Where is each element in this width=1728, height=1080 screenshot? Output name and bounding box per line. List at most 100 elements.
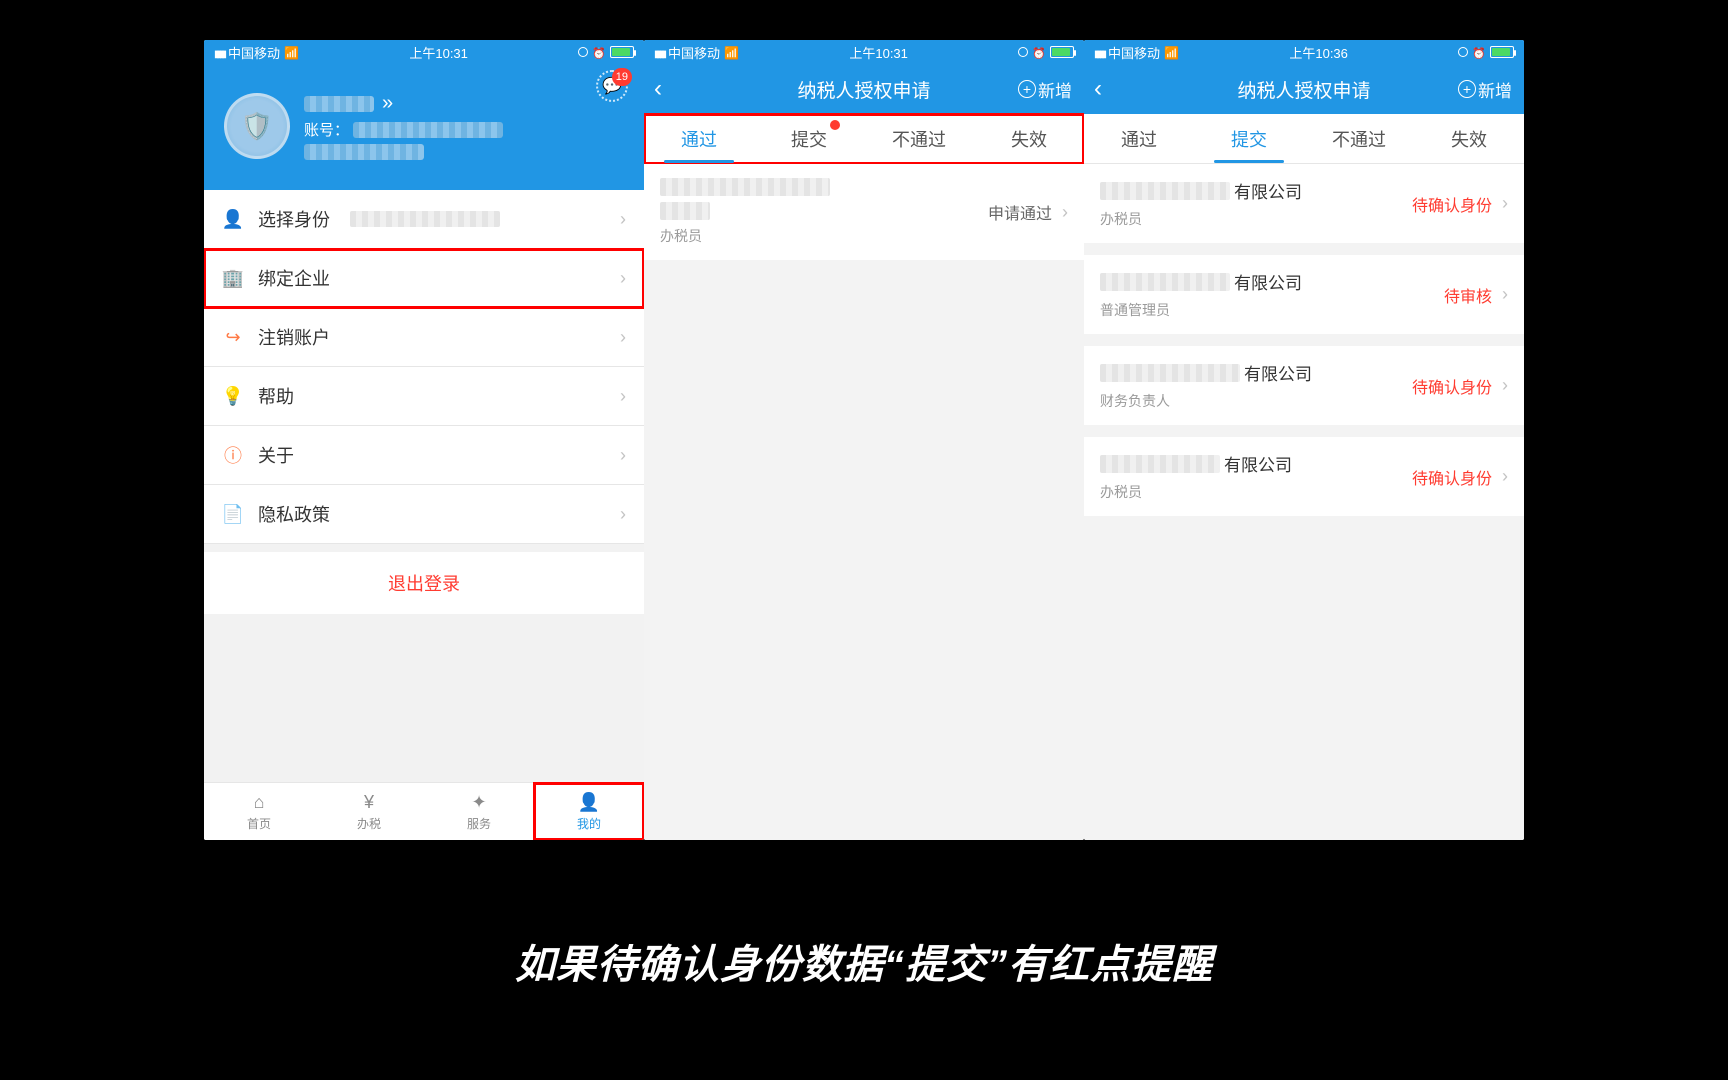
chevron-right-icon: ›	[1062, 202, 1068, 223]
tab-tax[interactable]: ¥ 办税	[314, 783, 424, 840]
status-time: 上午10:31	[409, 43, 468, 62]
tab-label: 服务	[467, 815, 491, 832]
blurred-name	[304, 96, 374, 112]
tab-label: 提交	[1231, 126, 1267, 152]
info-icon: ⓘ	[222, 442, 244, 468]
tab-mine[interactable]: 👤 我的	[534, 783, 644, 840]
chevron-right-icon: ›	[1502, 466, 1508, 487]
tab-label: 不通过	[1332, 126, 1386, 152]
signal-icon	[654, 45, 664, 60]
card-status: 申请通过	[988, 200, 1052, 224]
wifi-icon	[284, 45, 299, 60]
add-label: 新增	[1478, 77, 1512, 102]
tab-submitted[interactable]: 提交	[1194, 114, 1304, 163]
card-role: 办税员	[660, 226, 978, 246]
company-suffix: 有限公司	[1234, 178, 1302, 203]
location-icon	[1458, 47, 1468, 57]
chevron-right-icon: ›	[1502, 375, 1508, 396]
auth-card[interactable]: 有限公司 财务负责人 待确认身份 ›	[1084, 346, 1524, 425]
chevron-right-icon: ›	[620, 445, 626, 466]
alarm-icon	[592, 45, 606, 60]
video-subtitle: 如果待确认身份数据“提交”有红点提醒	[0, 932, 1728, 990]
tab-invalid[interactable]: 失效	[974, 114, 1084, 163]
menu-label: 隐私政策	[258, 501, 330, 527]
seg-tabs: 通过 提交 不通过 失效	[1084, 114, 1524, 164]
chevron-right-icon: ›	[1502, 193, 1508, 214]
menu-about[interactable]: ⓘ 关于 ›	[204, 426, 644, 485]
blurred-line3	[304, 144, 424, 160]
logout-button[interactable]: 退出登录	[204, 544, 644, 622]
plus-icon: +	[1458, 80, 1476, 98]
tab-label: 通过	[681, 126, 717, 152]
profile-header: 💬 19 🛡️ » 账号：	[204, 64, 644, 190]
tab-submitted[interactable]: 提交	[754, 114, 864, 163]
menu-privacy[interactable]: 📄 隐私政策 ›	[204, 485, 644, 544]
tab-rejected[interactable]: 不通过	[864, 114, 974, 163]
blurred-account	[353, 122, 503, 138]
menu-select-identity[interactable]: 👤 选择身份 ›	[204, 190, 644, 249]
battery-icon	[610, 46, 634, 58]
location-icon	[1018, 47, 1028, 57]
menu-bind-enterprise[interactable]: 🏢 绑定企业 ›	[204, 249, 644, 308]
exit-icon: ↪	[222, 327, 244, 348]
menu-label: 选择身份	[258, 206, 330, 232]
tab-rejected[interactable]: 不通过	[1304, 114, 1414, 163]
tab-label: 失效	[1011, 126, 1047, 152]
nav-bar: ‹ 纳税人授权申请 + 新增	[644, 64, 1084, 114]
auth-card[interactable]: 有限公司 普通管理员 待审核 ›	[1084, 255, 1524, 334]
carrier-label: 中国移动	[668, 43, 720, 62]
tab-passed[interactable]: 通过	[644, 114, 754, 163]
tab-invalid[interactable]: 失效	[1414, 114, 1524, 163]
person-icon: 👤	[578, 792, 600, 813]
tab-label: 失效	[1451, 126, 1487, 152]
menu-label: 帮助	[258, 383, 294, 409]
chevron-right-icon: ›	[620, 386, 626, 407]
signal-icon	[214, 45, 224, 60]
add-button[interactable]: + 新增	[1458, 64, 1512, 114]
messages-count: 19	[612, 68, 632, 86]
add-button[interactable]: + 新增	[1018, 64, 1072, 114]
tab-label: 首页	[247, 815, 271, 832]
company-suffix: 有限公司	[1224, 451, 1292, 476]
avatar[interactable]: 🛡️	[224, 93, 290, 159]
seg-tabs: 通过 提交 不通过 失效	[644, 114, 1084, 164]
tab-home[interactable]: ⌂ 首页	[204, 783, 314, 840]
alarm-icon	[1032, 45, 1046, 60]
menu-close-account[interactable]: ↪ 注销账户 ›	[204, 308, 644, 367]
back-button[interactable]: ‹	[1094, 64, 1102, 114]
profile-chevron[interactable]: »	[382, 92, 393, 115]
blurred-value	[350, 211, 500, 227]
company-suffix: 有限公司	[1244, 360, 1312, 385]
status-bar: 中国移动 上午10:31	[644, 40, 1084, 64]
back-button[interactable]: ‹	[654, 64, 662, 114]
tab-label: 提交	[791, 126, 827, 152]
menu-label: 注销账户	[258, 324, 330, 350]
menu-label: 绑定企业	[258, 265, 330, 291]
tab-label: 通过	[1121, 126, 1157, 152]
lightbulb-icon: 💡	[222, 386, 244, 407]
status-time: 上午10:36	[1289, 43, 1348, 62]
card-status: 待确认身份	[1412, 192, 1492, 216]
yen-icon: ¥	[364, 792, 374, 813]
document-icon: 📄	[222, 504, 244, 525]
signal-icon	[1094, 45, 1104, 60]
wifi-icon	[1164, 45, 1179, 60]
building-icon: 🏢	[222, 268, 244, 289]
tab-passed[interactable]: 通过	[1084, 114, 1194, 163]
messages-button[interactable]: 💬 19	[596, 70, 628, 102]
chevron-right-icon: ›	[620, 268, 626, 289]
chevron-right-icon: ›	[620, 504, 626, 525]
wifi-icon	[724, 45, 739, 60]
alarm-icon	[1472, 45, 1486, 60]
chevron-right-icon: ›	[620, 209, 626, 230]
tab-label: 我的	[577, 815, 601, 832]
tab-service[interactable]: ✦ 服务	[424, 783, 534, 840]
nav-bar: ‹ 纳税人授权申请 + 新增	[1084, 64, 1524, 114]
blurred-company	[660, 178, 830, 196]
auth-card[interactable]: 有限公司 办税员 待确认身份 ›	[1084, 437, 1524, 516]
auth-card[interactable]: 办税员 申请通过 ›	[644, 164, 1084, 260]
card-status: 待确认身份	[1412, 465, 1492, 489]
menu-help[interactable]: 💡 帮助 ›	[204, 367, 644, 426]
bottom-tabbar: ⌂ 首页 ¥ 办税 ✦ 服务 👤 我的	[204, 782, 644, 840]
auth-card[interactable]: 有限公司 办税员 待确认身份 ›	[1084, 164, 1524, 243]
